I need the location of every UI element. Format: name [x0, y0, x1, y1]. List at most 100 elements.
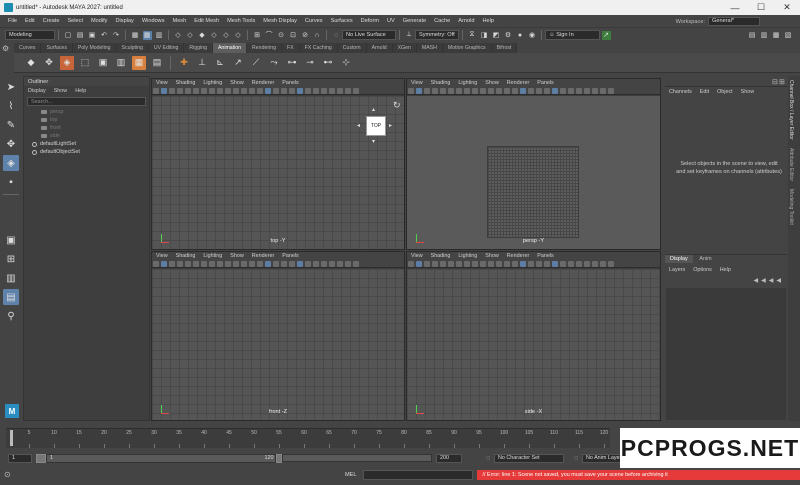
shelf-tab-curves[interactable]: Curves: [14, 43, 42, 53]
menu-windows[interactable]: Windows: [138, 18, 169, 24]
viewport-toolbar[interactable]: [407, 260, 660, 268]
move-tool-icon[interactable]: ✥: [3, 136, 19, 152]
vp-menu-shading[interactable]: Shading: [427, 80, 455, 86]
list-item[interactable]: persp: [24, 108, 149, 116]
channel-menu-show[interactable]: Show: [737, 89, 759, 95]
menu-curves[interactable]: Curves: [301, 18, 327, 24]
menu-surfaces[interactable]: Surfaces: [327, 18, 357, 24]
viewport-toolbar[interactable]: [152, 87, 404, 95]
key-scale-icon[interactable]: ⬚: [78, 56, 92, 70]
graph-editor-icon[interactable]: ▥: [114, 56, 128, 70]
key-rotate-icon[interactable]: ◈: [60, 55, 74, 70]
live-surface-icon[interactable]: ◌: [332, 31, 341, 40]
live-surface-field[interactable]: No Live Surface: [342, 30, 396, 40]
side-tab-modeling-toolkit[interactable]: Modeling Toolkit: [788, 185, 794, 229]
menu-file[interactable]: File: [4, 18, 21, 24]
side-tab-channel-box[interactable]: Channel Box / Layer Editor: [788, 76, 794, 144]
toggle-panel-icon[interactable]: ▥: [760, 31, 769, 40]
menu-edit-mesh[interactable]: Edit Mesh: [190, 18, 223, 24]
history-icon[interactable]: ⧖: [468, 31, 477, 40]
mask-icon-6[interactable]: ◇: [234, 31, 243, 40]
close-icon[interactable]: ✕: [774, 0, 800, 15]
key-translate-icon[interactable]: ✥: [42, 56, 56, 70]
vp-menu-renderer[interactable]: Renderer: [248, 253, 278, 259]
channel-menu-channels[interactable]: Channels: [665, 89, 696, 95]
scale-tool-icon[interactable]: ▪: [3, 174, 19, 190]
snap-curve-icon[interactable]: ⌒: [265, 31, 274, 40]
snap-point-icon[interactable]: ⊙: [277, 31, 286, 40]
ik-spline-icon[interactable]: ⊾: [213, 56, 227, 70]
create-joint-icon[interactable]: ✚: [177, 56, 191, 70]
outliner-search-input[interactable]: Search...: [27, 97, 146, 106]
select-hierarchy-icon[interactable]: ▦: [131, 31, 140, 40]
undo-icon[interactable]: ↶: [100, 31, 109, 40]
hypershade-icon[interactable]: ●: [516, 31, 525, 40]
channel-menu-object[interactable]: Object: [713, 89, 737, 95]
shelf-tab-arnold[interactable]: Arnold: [366, 43, 393, 53]
lasso-tool-icon[interactable]: ⌇: [3, 98, 19, 114]
move-layer-down-icon[interactable]: ◀: [761, 277, 766, 284]
vp-menu-panels[interactable]: Panels: [533, 253, 557, 259]
toggle-sidebar-icon[interactable]: ▤: [748, 31, 757, 40]
shelf-options-icon[interactable]: ⚙: [2, 44, 12, 70]
character-set-dropdown[interactable]: No Character Set: [494, 453, 564, 463]
vp-menu-show[interactable]: Show: [226, 80, 248, 86]
mel-label[interactable]: MEL: [345, 472, 357, 478]
symmetry-icon[interactable]: ⟂: [405, 31, 414, 40]
vp-menu-lighting[interactable]: Lighting: [454, 80, 481, 86]
workspace-dropdown[interactable]: General*: [708, 17, 760, 26]
vp-menu-view[interactable]: View: [407, 253, 427, 259]
symmetry-dropdown[interactable]: Symmetry: Off: [415, 30, 459, 40]
pin-icon[interactable]: ⊟: [772, 78, 778, 86]
two-view-icon[interactable]: ▥: [3, 270, 19, 286]
shelf-tab-motion-graphics[interactable]: Motion Graphics: [442, 43, 492, 53]
viewcube-up-arrow-icon[interactable]: ▴: [372, 106, 375, 113]
toggle-layout-icon[interactable]: ▧: [784, 31, 793, 40]
menu-display[interactable]: Display: [111, 18, 137, 24]
list-item[interactable]: defaultLightSet: [24, 140, 149, 148]
snap-grid-icon[interactable]: ⊞: [253, 31, 262, 40]
list-item[interactable]: front: [24, 124, 149, 132]
outliner-menu-help[interactable]: Help: [71, 88, 90, 94]
persp-outliner-icon[interactable]: ▤: [3, 289, 19, 305]
motion-path-icon[interactable]: ⟋: [249, 56, 263, 70]
render-settings-icon[interactable]: ⚙: [504, 31, 513, 40]
current-time-marker[interactable]: [10, 430, 13, 446]
shelf-tab-surfaces[interactable]: Surfaces: [41, 43, 73, 53]
select-tool-icon[interactable]: ➤: [3, 79, 19, 95]
paint-select-icon[interactable]: ✎: [3, 117, 19, 133]
vp-menu-panels[interactable]: Panels: [278, 80, 302, 86]
vp-menu-view[interactable]: View: [407, 80, 427, 86]
minimize-icon[interactable]: —: [722, 0, 748, 15]
layer-menu-options[interactable]: Options: [689, 267, 716, 273]
menu-select[interactable]: Select: [63, 18, 87, 24]
menu-mesh-tools[interactable]: Mesh Tools: [223, 18, 259, 24]
range-handle-start[interactable]: [36, 453, 46, 463]
menu-uv[interactable]: UV: [383, 18, 399, 24]
layer-menu-layers[interactable]: Layers: [665, 267, 689, 273]
new-layer-selected-icon[interactable]: ◀: [776, 277, 781, 284]
toggle-channel-icon[interactable]: ▦: [772, 31, 781, 40]
four-view-icon[interactable]: ⊞: [3, 251, 19, 267]
mask-icon-2[interactable]: ◇: [186, 31, 195, 40]
start-time-field[interactable]: 1: [8, 453, 32, 463]
maximize-icon[interactable]: ☐: [748, 0, 774, 15]
path-attach-icon[interactable]: ⤳: [267, 56, 281, 70]
ipr-icon[interactable]: ◩: [492, 31, 501, 40]
move-layer-up-icon[interactable]: ◀: [754, 277, 759, 284]
channel-options-icon[interactable]: ⊞: [779, 78, 785, 86]
vp-menu-view[interactable]: View: [152, 253, 172, 259]
end-time-field[interactable]: 200: [436, 453, 462, 463]
vp-menu-renderer[interactable]: Renderer: [503, 80, 533, 86]
set-key-icon[interactable]: ◆: [24, 56, 38, 70]
menu-edit[interactable]: Edit: [21, 18, 39, 24]
mask-icon-3[interactable]: ◆: [198, 31, 207, 40]
trax-editor-icon[interactable]: ▤: [150, 56, 164, 70]
viewport-toolbar[interactable]: [152, 260, 404, 268]
tab-display[interactable]: Display: [665, 255, 693, 263]
constraint-orient-icon[interactable]: ⊷: [321, 56, 335, 70]
menu-mesh[interactable]: Mesh: [169, 18, 191, 24]
viewport-persp[interactable]: View Shading Lighting Show Renderer Pane…: [406, 78, 661, 250]
maya-logo-icon[interactable]: M: [5, 404, 19, 418]
vp-menu-view[interactable]: View: [152, 80, 172, 86]
